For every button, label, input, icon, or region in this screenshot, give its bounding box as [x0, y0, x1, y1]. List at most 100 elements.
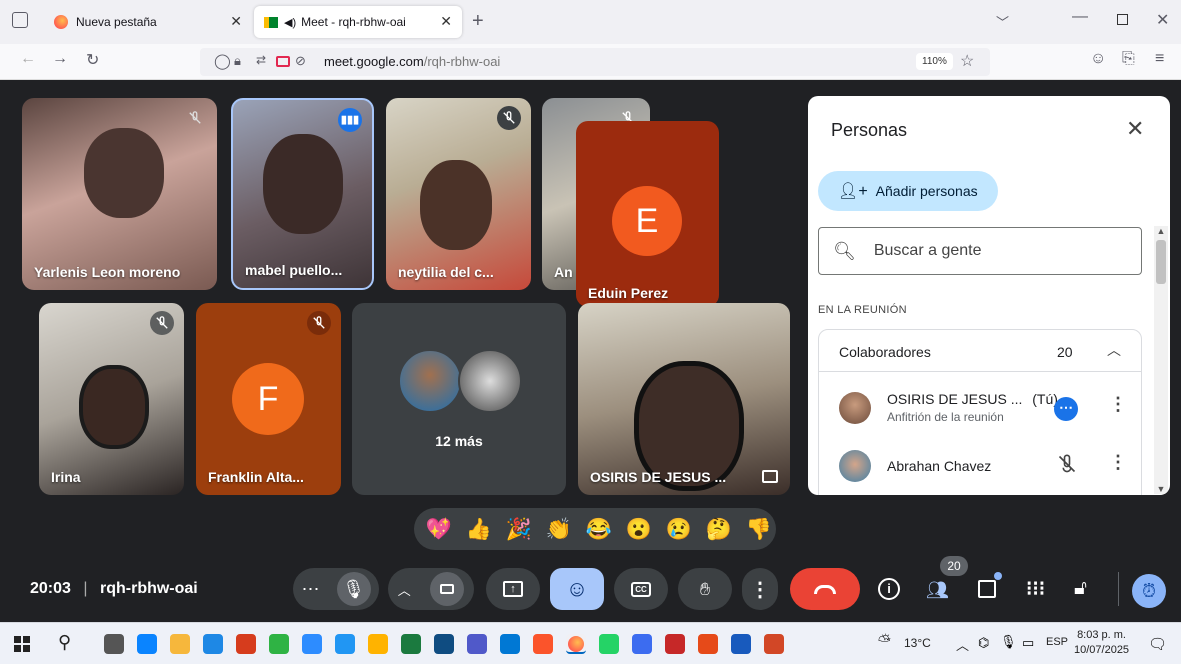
whiteboard-icon[interactable] [434, 634, 454, 654]
url-bar[interactable]: ◯ 🔒︎ ⇄ ⊘ meet.google.com/rqh-rbhw-oai 11… [200, 48, 990, 76]
participant-tile[interactable]: Irina [39, 303, 184, 495]
file-explorer-icon[interactable] [170, 634, 190, 654]
lock-icon[interactable]: 🔒︎ [234, 53, 241, 69]
info-icon[interactable]: i [878, 578, 900, 600]
participant-tile-speaking[interactable]: ▮▮▮ mabel puello... [231, 98, 374, 290]
speaker-icon[interactable]: ◀︎) [284, 16, 296, 29]
whatsapp-icon[interactable] [599, 634, 619, 654]
restore-icon[interactable] [1117, 14, 1128, 25]
reaction-emoji[interactable]: 👎 [744, 515, 774, 545]
camera-icon[interactable] [430, 572, 465, 606]
reaction-emoji[interactable]: 👍 [464, 515, 494, 545]
opera-icon[interactable] [236, 634, 256, 654]
person-row[interactable]: OSIRIS DE JESUS ... (Tú) Anfitrión de la… [819, 380, 1141, 436]
reaction-emoji[interactable]: 🎉 [504, 515, 534, 545]
close-tab-icon[interactable]: ✕ [440, 13, 452, 30]
more-icon[interactable]: ⋯ [1054, 397, 1078, 421]
chevron-down-icon[interactable]: ﹀ [996, 12, 1009, 31]
present-button[interactable]: ↑ [486, 568, 540, 610]
forward-icon[interactable]: → [52, 50, 68, 68]
chat-icon[interactable] [978, 580, 996, 598]
participant-tile[interactable]: Yarlenis Leon moreno [22, 98, 217, 290]
more-options-icon[interactable]: ⋯ [302, 579, 320, 600]
participant-tile[interactable]: F Franklin Alta... [196, 303, 341, 495]
start-icon[interactable] [14, 636, 30, 652]
activities-icon[interactable]: ⁝⁝⁝ [1026, 576, 1045, 601]
network-icon[interactable]: ⌬ [978, 635, 989, 651]
chevron-up-icon[interactable]: ︿ [1107, 340, 1121, 360]
close-tab-icon[interactable]: ✕ [230, 13, 242, 30]
person-row[interactable]: Abrahan Chavez ⋮ [819, 442, 1141, 494]
brave-icon[interactable] [533, 634, 553, 654]
zoom-icon[interactable] [302, 634, 322, 654]
more-participants-tile[interactable]: 12 más [352, 303, 566, 495]
participant-tile-floating[interactable]: E Eduin Perez [576, 121, 719, 307]
outlook-icon[interactable] [500, 634, 520, 654]
store-icon[interactable] [203, 634, 223, 654]
new-tab-plus-icon[interactable]: + [472, 10, 484, 33]
tab-overview-icon[interactable] [12, 12, 28, 28]
copilot-icon[interactable] [137, 634, 157, 654]
camera-in-use-icon[interactable] [276, 56, 290, 67]
tab-meet[interactable]: ◀︎) Meet - rqh-rbhw-oai ✕ [254, 6, 462, 38]
mic-button[interactable]: ⋯ 🎙︎ [293, 568, 379, 610]
scrollbar[interactable]: ▲ ▼ [1154, 226, 1168, 494]
reaction-emoji[interactable]: 🤔 [704, 515, 734, 545]
extensions-icon[interactable]: ⎘ [1122, 50, 1135, 68]
scroll-thumb[interactable] [1156, 240, 1166, 284]
search-field[interactable]: 🔍︎ Buscar a gente [818, 227, 1142, 275]
back-icon[interactable]: ← [20, 50, 36, 68]
mic-blocked-icon[interactable]: ⊘ [295, 53, 306, 69]
raise-hand-button[interactable]: ✋︎ [678, 568, 732, 610]
star-icon[interactable]: ☆ [960, 51, 974, 71]
scroll-up-arrow[interactable]: ▲ [1154, 226, 1168, 236]
notifications-icon[interactable]: 🗨︎ [1148, 635, 1167, 653]
clock[interactable]: 8:03 p. m. 10/07/2025 [1074, 628, 1129, 658]
reaction-emoji[interactable]: 👏 [544, 515, 574, 545]
captions-button[interactable]: CC [614, 568, 668, 610]
participant-tile-self[interactable]: OSIRIS DE JESUS ... [578, 303, 790, 495]
weather-temp[interactable]: 13°C [904, 636, 931, 650]
firefox-icon[interactable] [566, 634, 586, 654]
display-icon[interactable]: ▭ [1022, 635, 1034, 651]
gmail-app-icon[interactable] [632, 634, 652, 654]
permissions-icon[interactable]: ⇄ [256, 53, 266, 67]
group-header[interactable]: Colaboradores 20 ︿ [819, 330, 1141, 372]
chevron-up-icon[interactable]: ︿ [398, 580, 411, 599]
powerpoint-icon[interactable] [764, 634, 784, 654]
reaction-emoji[interactable]: 😂 [584, 515, 614, 545]
participant-tile[interactable]: neytilia del c... [386, 98, 531, 290]
more-vert-icon[interactable]: ⋮ [1109, 452, 1127, 473]
language-indicator[interactable]: ESP [1046, 636, 1068, 648]
emoji-button[interactable]: ☺ [550, 568, 604, 610]
camera-button[interactable]: ︿ [388, 568, 474, 610]
mic-tray-icon[interactable]: 🎙︎ [1000, 634, 1017, 650]
menu-icon[interactable]: ≡ [1155, 50, 1164, 68]
close-panel-icon[interactable]: ✕ [1126, 116, 1144, 142]
edge-icon[interactable] [269, 634, 289, 654]
host-controls-icon[interactable]: 🔓︎ [1074, 577, 1087, 600]
people-button[interactable]: 👥︎ [926, 578, 950, 600]
reaction-emoji[interactable]: 😮 [624, 515, 654, 545]
scroll-down-arrow[interactable]: ▼ [1154, 484, 1168, 494]
shield-icon[interactable]: ◯ [214, 52, 231, 70]
excel-icon[interactable] [401, 634, 421, 654]
add-people-button[interactable]: 👤︎+ Añadir personas [818, 171, 998, 211]
reaction-emoji[interactable]: 💖 [424, 515, 454, 545]
chrome-profile-icon[interactable] [698, 634, 718, 654]
zoom-badge[interactable]: 110% [916, 53, 953, 70]
minimize-icon[interactable]: — [1072, 8, 1088, 26]
pip-icon[interactable] [762, 470, 778, 483]
tab-new-tab[interactable]: Nueva pestaña ✕ [44, 6, 252, 38]
chrome-icon[interactable] [368, 634, 388, 654]
account-icon[interactable]: ☺ [1090, 50, 1106, 68]
timer-icon[interactable]: ⏰︎ [1132, 574, 1166, 608]
close-window-icon[interactable]: ✕ [1156, 10, 1169, 30]
tray-chevron-icon[interactable]: ︿ [956, 635, 969, 654]
task-view-icon[interactable] [104, 634, 124, 654]
teams-icon[interactable] [467, 634, 487, 654]
end-call-button[interactable] [790, 568, 860, 610]
reload-icon[interactable]: ↻ [86, 50, 99, 70]
mic-icon[interactable]: 🎙︎ [336, 572, 371, 606]
search-icon[interactable]: ⚲ [58, 632, 71, 653]
